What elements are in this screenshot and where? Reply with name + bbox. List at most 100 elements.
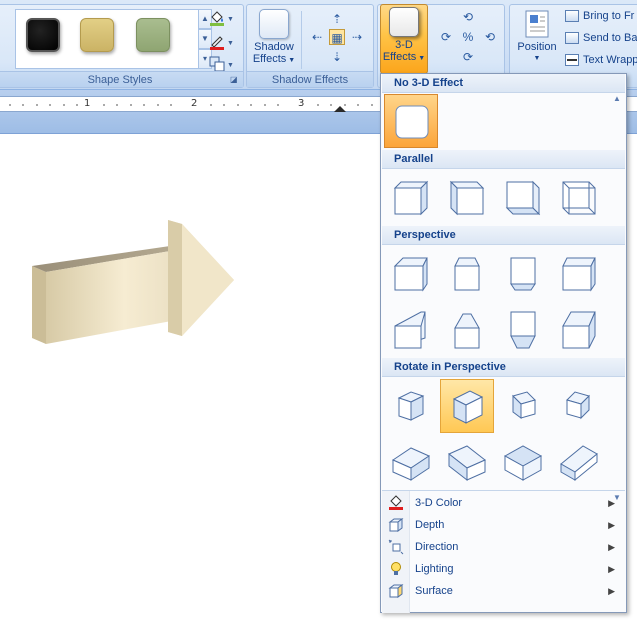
perspective-tile[interactable] [496,247,550,301]
menu-item-depth[interactable]: Depth ▶ [382,514,625,536]
nudge-right-icon[interactable]: ⇢ [349,29,365,45]
lightbulb-icon [391,562,401,575]
rotate-tile[interactable] [440,435,494,489]
direction-icon [388,539,404,555]
pen-outline-icon [210,36,224,50]
cube-icon [454,257,480,291]
parallel-tile[interactable] [384,171,438,225]
shadow-effects-label: Shadow Effects [247,71,373,87]
nudge-left-icon[interactable]: ⇠ [309,29,325,45]
position-label: Position [517,41,557,53]
send-back-label: Send to Ba [583,32,637,44]
perspective-tile[interactable] [496,303,550,357]
cube-icon [566,391,590,420]
roof-icon [454,313,480,349]
shape-style-gold[interactable] [80,18,114,52]
rotate-tile[interactable] [496,435,550,489]
nudge-down-icon[interactable]: ⇣ [329,49,345,65]
flat-square-icon [395,105,429,139]
bring-front-label: Bring to Fr [583,10,635,22]
chevron-right-icon: ▶ [608,564,615,574]
cube-icon [393,180,429,216]
tilt-right-icon[interactable]: ⟲ [482,29,498,45]
rotate-tile[interactable] [552,435,606,489]
section-parallel: Parallel [382,150,625,169]
shape-styles-label: Shape Styles [0,71,243,87]
perspective-tile[interactable] [440,303,494,357]
rotate-tile-selected[interactable] [440,379,494,433]
wedge-icon [562,311,596,349]
funnel-icon [510,311,536,349]
cube-icon [452,390,484,424]
shape-style-black[interactable] [26,18,60,52]
tilt-up-icon[interactable]: ⟲ [460,9,476,25]
rotate-tile[interactable] [552,379,606,433]
perspective-tile[interactable] [440,247,494,301]
no-3d-effect-tile[interactable] [384,94,438,148]
bring-to-front-button[interactable]: Bring to Fr [565,6,634,26]
text-wrap-icon [565,54,579,67]
3d-button-label-1: 3-D [395,39,413,51]
position-icon [525,10,549,38]
perspective-tile[interactable] [384,303,438,357]
shadow-effects-group: Shadow Effects ▼ ⇡ ⇠ ▦ ⇢ ⇣ Shadow Effect… [246,4,374,88]
position-button[interactable]: Position ▼ [512,7,562,71]
section-perspective: Perspective [382,226,625,245]
menu-item-label: Lighting [415,563,454,575]
cube-icon [562,181,596,215]
text-wrapping-button[interactable]: Text Wrapp [565,50,637,70]
menu-item-surface[interactable]: Surface ▶ [382,580,625,602]
change-shape-icon [209,56,225,72]
3d-effects-button[interactable]: 3-D Effects ▼ [380,4,428,74]
shadow-button-label-2: Effects ▼ [252,53,296,65]
position-caret: ▼ [533,55,541,62]
shape-style-green[interactable] [136,18,170,52]
rotate-tile[interactable] [384,435,438,489]
parallel-tile[interactable] [496,171,550,225]
cube-icon [397,391,425,421]
gallery-scrollbar[interactable]: ▲ ▼ [612,94,624,502]
scroll-up-icon[interactable]: ▲ [613,94,621,103]
surface-icon [388,584,404,598]
chevron-right-icon: ▶ [608,542,615,552]
perspective-tile[interactable] [552,303,606,357]
cube-icon [505,180,541,216]
3d-toggle-icon[interactable]: % [460,29,476,45]
menu-item-direction[interactable]: Direction ▶ [382,536,625,558]
parallel-tile[interactable] [440,171,494,225]
menu-item-label: 3-D Color [415,497,463,509]
3d-button-label-2: Effects ▼ [382,51,426,63]
nudge-up-icon[interactable]: ⇡ [329,11,345,27]
menu-item-3d-color[interactable]: 3-D Color ▶ [382,492,625,514]
menu-item-lighting[interactable]: Lighting ▶ [382,558,625,580]
3d-effects-menu: No 3-D Effect Parallel Perspective Rotat… [380,73,627,613]
send-to-back-button[interactable]: Send to Ba [565,28,637,48]
slab-icon [391,447,431,481]
rotate-tile[interactable] [384,379,438,433]
change-shape-button[interactable]: ▼ [209,53,239,73]
shadow-effects-button[interactable]: Shadow Effects ▼ [251,7,297,71]
shape-fill-button[interactable]: ▼ [209,7,239,27]
section-no-3d-effect: No 3-D Effect [382,74,625,93]
menu-item-label: Surface [415,585,453,597]
rotate-tile[interactable] [496,379,550,433]
tilt-left-icon[interactable]: ⟳ [438,29,454,45]
chevron-right-icon: ▶ [608,520,615,530]
parallel-tile[interactable] [552,171,606,225]
perspective-tile[interactable] [384,247,438,301]
paint-bucket-icon [210,11,224,26]
section-rotate-in-perspective: Rotate in Perspective [382,358,625,377]
3d-arrow-shape[interactable] [30,214,240,344]
shadow-toggle-icon[interactable]: ▦ [329,29,345,45]
shape-outline-button[interactable]: ▼ [209,31,239,51]
ribbon-divider [301,11,302,69]
3d-cube-icon [389,7,419,37]
shape-styles-gallery: ▲ ▼ ▾ [15,9,212,69]
cube-icon [512,391,536,419]
perspective-tile[interactable] [552,247,606,301]
shape-styles-group: ▲ ▼ ▾ ▼ ▼ ▼ Shape Styles ◪ [0,4,244,88]
tilt-down-icon[interactable]: ⟳ [460,49,476,65]
chevron-right-icon: ▶ [608,498,615,508]
dialog-launcher-icon[interactable]: ◪ [230,75,240,85]
slab-icon [560,445,598,482]
